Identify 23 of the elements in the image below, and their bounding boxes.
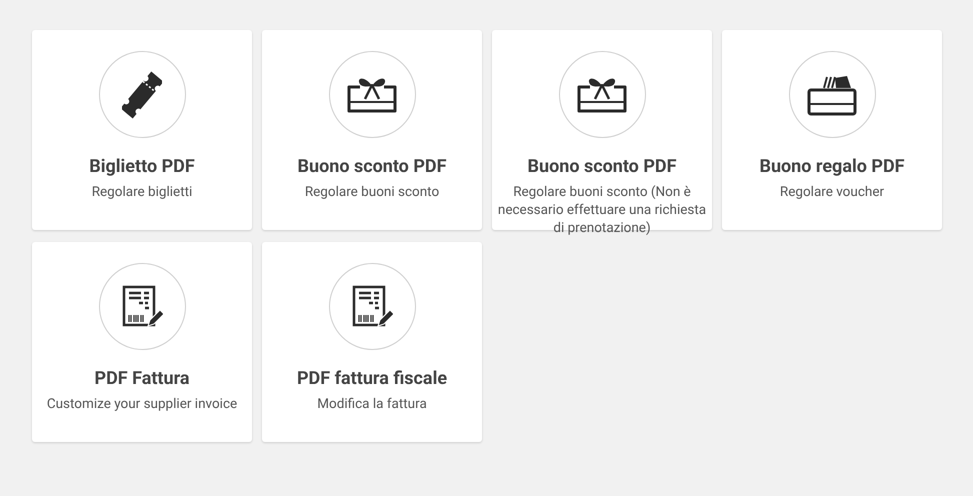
ticket-icon: [122, 68, 162, 120]
gift-card-icon: [576, 76, 628, 112]
card-title: Buono sconto PDF: [298, 156, 446, 178]
card[interactable]: PDF Fattura Customize your supplier invoice: [32, 242, 252, 442]
card-title: PDF fattura fiscale: [296, 368, 448, 390]
invoice-icon: [351, 284, 393, 330]
card-title: Buono sconto PDF: [528, 156, 676, 178]
card-description: Regolare buoni sconto (Non è necessario effettuare una richiesta di prenotazione): [496, 183, 708, 237]
wallet-icon: [806, 74, 858, 116]
card[interactable]: Buono regalo PDF Regolare voucher: [722, 30, 942, 230]
card[interactable]: PDF fattura fiscale Modifica la fattura: [262, 242, 482, 442]
gift-card-icon: [346, 76, 398, 112]
card-description: Regolare biglietti: [90, 183, 194, 201]
card[interactable]: Buono sconto PDF Regolare buoni sconto: [262, 30, 482, 230]
card-title: Buono regalo PDF: [759, 156, 905, 178]
card-title: PDF Fattura: [94, 368, 190, 390]
invoice-icon: [121, 284, 163, 330]
card-description: Regolare buoni sconto: [304, 183, 440, 201]
card-description: Regolare voucher: [778, 183, 886, 201]
card-description: Customize your supplier invoice: [46, 395, 238, 413]
card[interactable]: Biglietto PDF Regolare biglietti: [32, 30, 252, 230]
card-description: Modifica la fattura: [316, 395, 428, 413]
card-title: Biglietto PDF: [89, 156, 195, 178]
